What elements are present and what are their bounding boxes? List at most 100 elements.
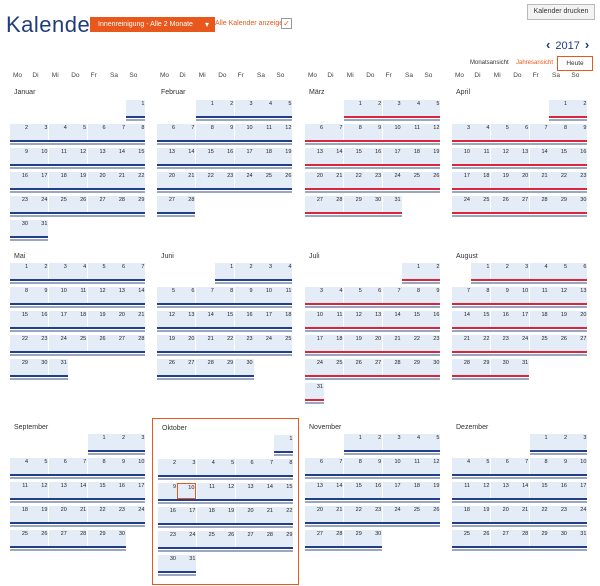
day-cell[interactable]: 20	[157, 172, 176, 188]
event-bar[interactable]	[305, 303, 441, 305]
day-cell[interactable]: 8	[10, 287, 29, 303]
event-bar[interactable]	[10, 498, 146, 500]
day-cell[interactable]: 6	[157, 124, 176, 140]
day-cell[interactable]: 27	[305, 196, 324, 212]
day-cell[interactable]: 16	[490, 311, 510, 327]
day-cell[interactable]: 26	[421, 506, 441, 522]
day-cell[interactable]: 6	[235, 459, 255, 475]
day-cell[interactable]: 21	[324, 506, 344, 522]
day-cell[interactable]: 4	[10, 458, 29, 474]
day-cell[interactable]: 11	[471, 148, 491, 164]
event-bar[interactable]	[157, 375, 254, 377]
event-bar[interactable]	[158, 478, 294, 480]
day-cell[interactable]: 29	[529, 530, 549, 546]
day-cell[interactable]: 8	[274, 459, 294, 475]
day-cell[interactable]: 27	[107, 335, 126, 351]
event-bar[interactable]	[305, 212, 402, 214]
event-bar[interactable]	[305, 164, 441, 166]
event-bar[interactable]	[10, 188, 146, 190]
day-cell[interactable]: 3	[382, 100, 402, 116]
event-bar[interactable]	[452, 351, 588, 353]
day-cell[interactable]: 7	[324, 458, 344, 474]
event-bar[interactable]	[452, 164, 588, 166]
day-cell[interactable]: 5	[549, 263, 568, 279]
day-cell[interactable]: 18	[402, 482, 421, 498]
event-bar[interactable]	[305, 167, 441, 169]
event-bar[interactable]	[305, 549, 383, 551]
year-view-link[interactable]: Jahresansicht	[516, 60, 553, 66]
day-cell[interactable]: 2	[234, 263, 254, 279]
day-cell[interactable]: 17	[382, 482, 402, 498]
day-cell[interactable]: 23	[215, 172, 235, 188]
day-cell[interactable]: 29	[549, 196, 568, 212]
day-cell[interactable]: 4	[452, 458, 471, 474]
day-cell[interactable]: 6	[176, 287, 196, 303]
day-cell[interactable]: 11	[68, 287, 88, 303]
day-cell[interactable]: 23	[29, 335, 49, 351]
day-cell[interactable]: 27	[490, 530, 510, 546]
event-bar[interactable]	[452, 191, 588, 193]
day-cell[interactable]: 6	[48, 458, 68, 474]
event-bar[interactable]	[10, 525, 146, 527]
day-cell[interactable]: 12	[87, 287, 107, 303]
event-bar[interactable]	[157, 330, 293, 332]
day-cell[interactable]: 26	[490, 196, 510, 212]
event-bar[interactable]	[157, 188, 293, 190]
day-cell[interactable]: 22	[87, 506, 107, 522]
day-cell[interactable]: 11	[196, 483, 216, 499]
event-bar[interactable]	[10, 378, 68, 380]
event-bar[interactable]	[10, 354, 146, 356]
day-cell[interactable]: 9	[363, 458, 383, 474]
event-bar[interactable]	[158, 502, 294, 504]
day-cell[interactable]: 1	[87, 434, 107, 450]
day-cell[interactable]: 10	[234, 124, 254, 140]
day-cell[interactable]: 9	[107, 458, 126, 474]
day-cell[interactable]: 2	[215, 100, 235, 116]
event-bar[interactable]	[452, 188, 588, 190]
day-cell[interactable]: 20	[305, 506, 324, 522]
day-cell[interactable]: 18	[68, 311, 88, 327]
day-cell[interactable]: 11	[402, 458, 421, 474]
day-cell[interactable]: 11	[273, 287, 293, 303]
day-cell[interactable]: 14	[107, 148, 126, 164]
day-cell[interactable]: 18	[402, 148, 421, 164]
day-cell[interactable]: 5	[216, 459, 236, 475]
day-cell[interactable]: 4	[273, 263, 293, 279]
day-cell[interactable]: 15	[529, 482, 549, 498]
event-bar[interactable]	[402, 282, 441, 284]
day-cell[interactable]: 8	[549, 124, 568, 140]
day-cell[interactable]: 4	[324, 287, 344, 303]
day-cell[interactable]: 27	[48, 530, 68, 546]
chevron-left-icon[interactable]: ‹	[546, 37, 550, 52]
day-cell[interactable]: 27	[510, 196, 530, 212]
calendar-filter-dropdown[interactable]: Innenreinigung - Alle 2 Monate ▾	[90, 17, 215, 32]
day-cell[interactable]: 25	[402, 172, 421, 188]
day-cell[interactable]: 23	[107, 506, 126, 522]
event-bar[interactable]	[305, 140, 441, 142]
day-cell[interactable]: 22	[274, 507, 294, 523]
day-cell[interactable]: 21	[382, 335, 402, 351]
day-cell[interactable]: 9	[158, 483, 177, 499]
event-bar[interactable]	[157, 327, 293, 329]
day-cell[interactable]: 17	[48, 311, 68, 327]
day-cell[interactable]: 13	[510, 148, 530, 164]
day-cell[interactable]: 14	[195, 311, 215, 327]
event-bar[interactable]	[10, 282, 146, 284]
day-cell[interactable]: 19	[421, 148, 441, 164]
day-cell[interactable]: 21	[176, 172, 196, 188]
day-cell[interactable]: 2	[107, 434, 126, 450]
day-cell[interactable]: 16	[158, 507, 177, 523]
day-cell[interactable]: 24	[48, 335, 68, 351]
event-bar[interactable]	[452, 140, 588, 142]
day-cell[interactable]: 7	[126, 263, 146, 279]
day-cell[interactable]: 12	[273, 124, 293, 140]
event-bar[interactable]	[158, 526, 294, 528]
day-cell[interactable]: 16	[29, 311, 49, 327]
day-cell[interactable]: 20	[235, 507, 255, 523]
event-bar[interactable]	[87, 450, 146, 452]
day-cell[interactable]: 3	[254, 263, 273, 279]
event-bar[interactable]	[10, 306, 146, 308]
event-bar[interactable]	[305, 215, 402, 217]
day-cell[interactable]: 18	[48, 172, 68, 188]
day-cell[interactable]: 24	[177, 531, 197, 547]
